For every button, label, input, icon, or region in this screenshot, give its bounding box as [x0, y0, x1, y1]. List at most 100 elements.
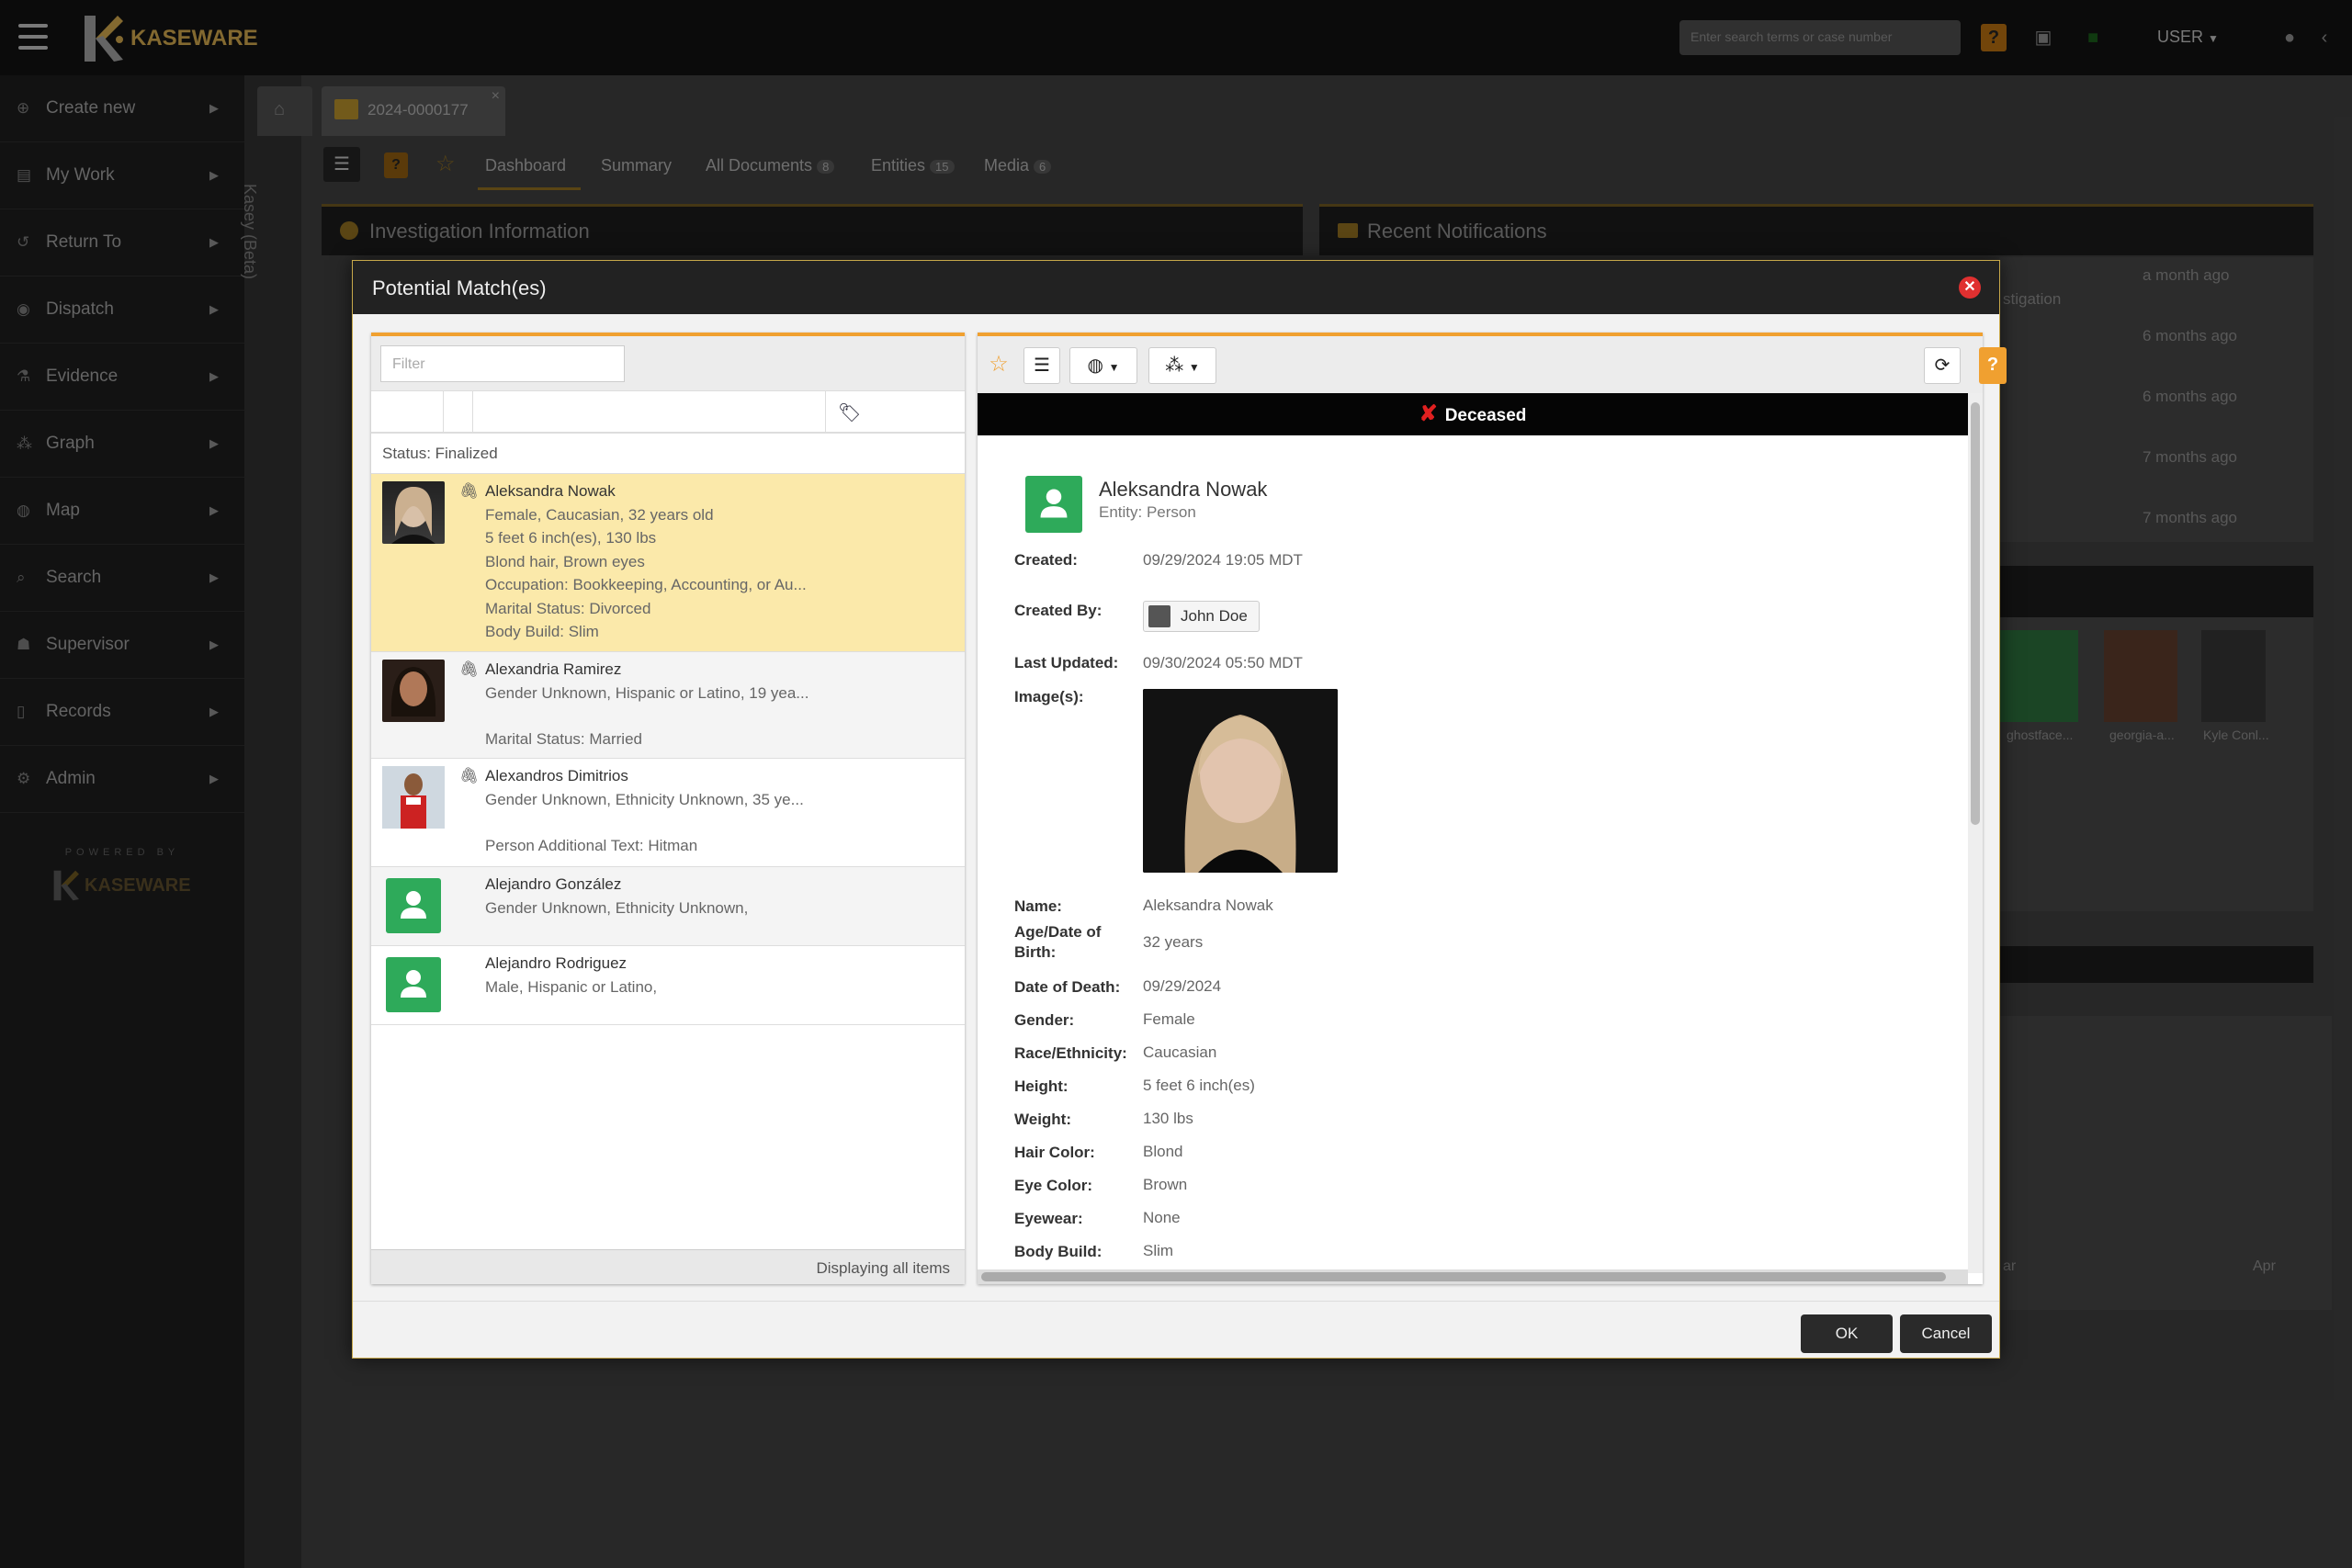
graph-dropdown-button[interactable]: ⁂ ▼: [1148, 347, 1216, 384]
deceased-icon: ✘: [1419, 401, 1438, 426]
horizontal-scrollbar[interactable]: [978, 1269, 1968, 1284]
favorite-star-icon[interactable]: ☆: [983, 347, 1014, 384]
match-row-selected[interactable]: 🖇 Aleksandra Nowak Female, Caucasian, 32…: [371, 474, 965, 652]
attachment-icon: 🖇: [459, 482, 480, 500]
person-avatar-icon: [386, 878, 441, 933]
field-label: Weight:: [1014, 1111, 1072, 1128]
chevron-down-icon: ▼: [1108, 361, 1120, 374]
field-label: Height:: [1014, 1077, 1069, 1095]
cancel-button[interactable]: Cancel: [1900, 1314, 1992, 1353]
match-detail: 5 feet 6 inch(es), 130 lbs: [485, 529, 657, 547]
match-name: Alejandro González: [485, 875, 622, 893]
field-value: Female: [1143, 1010, 1195, 1028]
field-value: Caucasian: [1143, 1043, 1217, 1061]
match-row[interactable]: Alejandro Rodriguez Male, Hispanic or La…: [371, 946, 965, 1025]
list-footer: Displaying all items: [371, 1249, 965, 1284]
filter-input[interactable]: Filter: [380, 345, 625, 382]
entity-detail-content: Aleksandra Nowak Entity: Person Created:…: [978, 435, 1968, 1269]
person-photo: [382, 481, 445, 544]
field-label: Age/Date of Birth:: [1014, 923, 1102, 961]
match-detail: Female, Caucasian, 32 years old: [485, 505, 714, 524]
ok-button[interactable]: OK: [1801, 1314, 1893, 1353]
field-value: 5 feet 6 inch(es): [1143, 1077, 1255, 1094]
entity-type: Entity: Person: [1099, 503, 1196, 521]
field-value: None: [1143, 1209, 1181, 1226]
field-label: Date of Death:: [1014, 978, 1121, 996]
dialog-footer: OK Cancel: [353, 1301, 1999, 1358]
match-row[interactable]: 🖇 Alexandria Ramirez Gender Unknown, His…: [371, 652, 965, 759]
refresh-button[interactable]: ⟳: [1924, 347, 1961, 384]
match-detail: Marital Status: Married: [485, 730, 642, 748]
filter-bar: Filter: [371, 336, 965, 391]
match-detail: Occupation: Bookkeeping, Accounting, or …: [485, 576, 807, 593]
match-detail: Male, Hispanic or Latino,: [485, 977, 658, 996]
match-detail: Gender Unknown, Ethnicity Unknown, 35 ye…: [485, 790, 804, 808]
updated-value: 09/30/2024 05:50 MDT: [1143, 654, 1303, 671]
list-icon: ☰: [1034, 355, 1050, 376]
scrollbar-thumb[interactable]: [1971, 402, 1980, 825]
match-name: Aleksandra Nowak: [485, 482, 616, 500]
entity-name: Aleksandra Nowak: [1099, 478, 1268, 501]
tag-icon[interactable]: 🏷: [838, 401, 861, 424]
graph-icon: ⁂: [1165, 355, 1184, 376]
user-icon: [1148, 605, 1170, 627]
created-label: Created:: [1014, 551, 1078, 569]
column-divider[interactable]: [825, 391, 826, 434]
dialog-header: Potential Match(es) ✕: [353, 261, 1999, 314]
created-by-chip[interactable]: John Doe: [1143, 601, 1260, 632]
list-menu-button[interactable]: ☰: [1023, 347, 1060, 384]
refresh-icon: ⟳: [1934, 355, 1951, 376]
globe-dropdown-button[interactable]: ◍ ▼: [1069, 347, 1137, 384]
updated-label: Last Updated:: [1014, 654, 1119, 671]
entity-person-icon: [1025, 476, 1082, 533]
scrollbar-thumb[interactable]: [981, 1272, 1946, 1281]
field-label: Eyewear:: [1014, 1210, 1083, 1227]
deceased-label: Deceased: [1444, 406, 1527, 425]
chevron-down-icon: ▼: [1188, 361, 1200, 374]
created-by-label: Created By:: [1014, 602, 1102, 619]
field-label: Gender:: [1014, 1011, 1075, 1029]
vertical-scrollbar[interactable]: [1968, 393, 1983, 1273]
attachment-icon: 🖇: [459, 767, 480, 784]
dialog-title: Potential Match(es): [372, 276, 547, 299]
match-list-pane: Filter 🏷 Status: Finalized 🖇 Aleksandra …: [371, 333, 965, 1284]
match-detail: Body Build: Slim: [485, 623, 599, 640]
person-avatar-icon: [386, 957, 441, 1012]
match-row[interactable]: 🖇 Alexandros Dimitrios Gender Unknown, E…: [371, 759, 965, 867]
entity-detail-pane: ☆ ☰ ◍ ▼ ⁂ ▼ ⟳ ? ✘ Deceased Aleksandra Now…: [978, 333, 2007, 1284]
column-divider[interactable]: [443, 391, 444, 434]
field-value: 130 lbs: [1143, 1110, 1193, 1127]
match-name: Alejandro Rodriguez: [485, 954, 628, 972]
person-photo: [382, 766, 445, 829]
field-value: 09/29/2024: [1143, 977, 1222, 995]
match-detail: [485, 811, 965, 834]
match-detail: Gender Unknown, Hispanic or Latino, 19 y…: [485, 683, 809, 702]
created-value: 09/29/2024 19:05 MDT: [1143, 551, 1303, 569]
entity-photo[interactable]: [1143, 689, 1338, 873]
field-value: Aleksandra Nowak: [1143, 897, 1273, 914]
globe-icon: ◍: [1087, 355, 1103, 376]
field-label: Eye Color:: [1014, 1177, 1093, 1194]
match-detail: [485, 705, 965, 728]
column-divider[interactable]: [472, 391, 473, 434]
images-label: Image(s):: [1014, 688, 1084, 705]
close-icon[interactable]: ✕: [1959, 276, 1981, 299]
field-label: Name:: [1014, 897, 1062, 915]
detail-toolbar: ☆ ☰ ◍ ▼ ⁂ ▼ ⟳ ?: [978, 336, 2007, 393]
field-value: 32 years: [1143, 933, 1204, 951]
field-value: Slim: [1143, 1242, 1174, 1259]
field-label: Hair Color:: [1014, 1144, 1095, 1161]
column-header-row: 🏷: [371, 391, 965, 434]
potential-matches-dialog: Potential Match(es) ✕ Filter 🏷 Status: F…: [352, 260, 2007, 1359]
help-icon[interactable]: ?: [1979, 347, 2007, 384]
field-label: Race/Ethnicity:: [1014, 1044, 1127, 1062]
match-detail: Gender Unknown, Ethnicity Unknown,: [485, 898, 749, 917]
match-name: Alexandros Dimitrios: [485, 767, 628, 784]
field-value: Blond: [1143, 1143, 1183, 1160]
match-detail: Marital Status: Divorced: [485, 599, 651, 617]
field-label: Body Build:: [1014, 1243, 1102, 1260]
match-detail: Blond hair, Brown eyes: [485, 552, 645, 570]
deceased-banner: ✘ Deceased: [978, 393, 1968, 435]
status-group-header: Status: Finalized: [371, 434, 965, 474]
match-row[interactable]: Alejandro González Gender Unknown, Ethni…: [371, 867, 965, 946]
